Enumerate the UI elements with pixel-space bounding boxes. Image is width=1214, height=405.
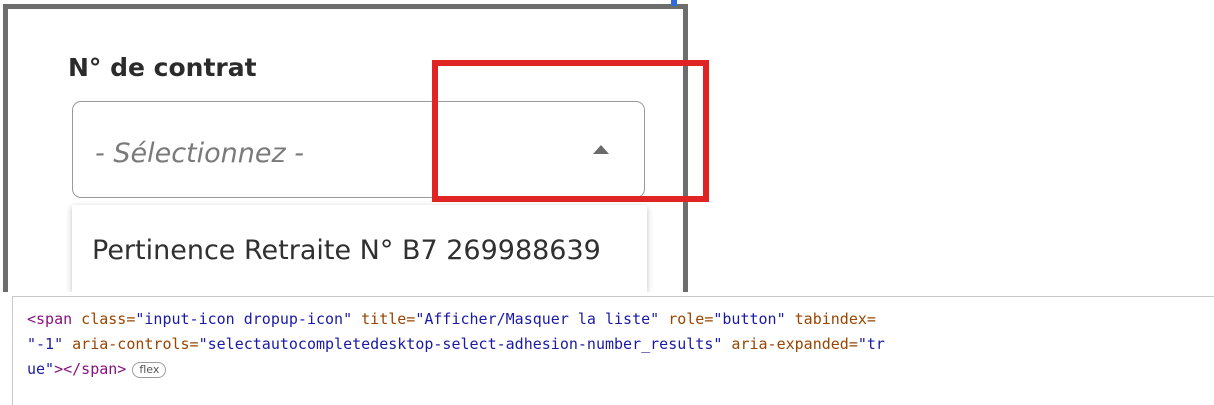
code-line: "-1" aria-controls="selectautocompletede…: [27, 332, 1200, 357]
code-token: title=: [352, 310, 416, 328]
flex-badge[interactable]: flex: [132, 361, 167, 378]
code-token: tabindex=: [785, 310, 876, 328]
code-token: "tr: [857, 335, 885, 353]
field-label: N° de contrat: [68, 53, 257, 82]
code-token: "selectautocompletedesktop-select-adhesi…: [198, 335, 723, 353]
code-line: <span class="input-icon dropup-icon" tit…: [27, 307, 1200, 332]
code-token: aria-controls=: [63, 335, 199, 353]
code-token: "Afficher/Masquer la liste": [415, 310, 660, 328]
code-token: ue": [27, 360, 55, 378]
code-token: ></span>: [54, 360, 127, 378]
code-token: <span: [27, 310, 73, 328]
devtools-code-panel: <span class="input-icon dropup-icon" tit…: [12, 296, 1214, 405]
list-item[interactable]: Pertinence Retraite N° B7 269988639: [92, 235, 601, 266]
code-token: role=: [659, 310, 714, 328]
code-token: "button": [713, 310, 786, 328]
code-token: class=: [72, 310, 136, 328]
code-line: ue"></span> flex: [27, 357, 1200, 382]
code-token: aria-expanded=: [722, 335, 858, 353]
dropdown-list: Pertinence Retraite N° B7 269988639: [72, 205, 647, 292]
annotation-highlight-box: [432, 60, 709, 202]
code-token: "-1": [27, 335, 64, 353]
scroll-indicator: [671, 0, 677, 6]
code-token: "input-icon dropup-icon": [135, 310, 353, 328]
select-placeholder: - Sélectionnez -: [95, 138, 304, 169]
